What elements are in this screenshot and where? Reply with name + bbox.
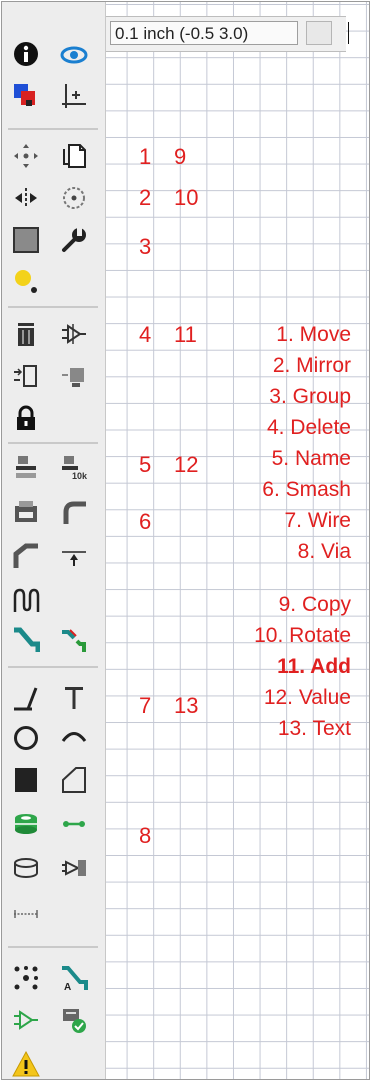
split-icon[interactable] — [12, 542, 40, 570]
route-icon[interactable] — [12, 626, 40, 654]
annotation-number: 6 — [139, 509, 152, 534]
legend-item: 12. Value — [263, 686, 351, 709]
svg-text:10k: 10k — [72, 471, 88, 481]
toolbar-separator — [8, 946, 98, 948]
legend-item: 1. Move — [276, 323, 351, 346]
annotation-number: 13 — [174, 693, 199, 718]
annotation-number: 12 — [174, 452, 199, 477]
delete-icon[interactable] — [12, 320, 40, 348]
annotation-number: 5 — [139, 452, 152, 477]
annotation-number: 1 — [139, 144, 152, 169]
meander-icon[interactable] — [12, 586, 40, 614]
arc-icon[interactable] — [60, 724, 88, 752]
legend-item: 5. Name — [271, 447, 351, 470]
legend-item: 8. Via — [297, 540, 351, 563]
replace-icon[interactable] — [60, 362, 88, 390]
display-layers-icon[interactable] — [12, 82, 40, 110]
hole-icon[interactable] — [12, 854, 40, 882]
mark-icon[interactable] — [60, 82, 88, 110]
mirror-icon[interactable] — [12, 184, 40, 212]
name-icon[interactable] — [12, 454, 40, 482]
annotation-number: 3 — [139, 234, 152, 259]
coordinate-bar: 0.1 inch (-0.5 3.0) — [106, 16, 346, 52]
grid-button[interactable] — [306, 21, 332, 45]
show-icon[interactable] — [60, 40, 88, 68]
smash-icon[interactable] — [12, 498, 40, 526]
lock-icon[interactable] — [12, 404, 40, 432]
info-icon[interactable] — [12, 40, 40, 68]
change-icon[interactable] — [60, 226, 88, 254]
text-icon[interactable] — [60, 684, 88, 712]
signal-icon[interactable] — [60, 810, 88, 838]
toolbar-separator — [8, 306, 98, 308]
add-icon[interactable] — [60, 320, 88, 348]
copy-icon[interactable] — [60, 142, 88, 170]
rect-icon[interactable] — [12, 766, 40, 794]
legend-item: 11. Add — [277, 654, 351, 680]
miter-icon[interactable] — [60, 498, 88, 526]
annotation-number: 9 — [174, 144, 187, 169]
ripup-icon[interactable] — [60, 626, 88, 654]
legend-item: 10. Rotate — [254, 624, 351, 647]
annotation-number: 11 — [174, 322, 197, 347]
polygon-icon[interactable] — [60, 766, 88, 794]
legend-item: 2. Mirror — [272, 354, 351, 377]
legend-item-bold: 11. Add — [277, 655, 351, 678]
toolbar-separator — [8, 666, 98, 668]
annotation-number: 7 — [139, 693, 152, 718]
errors-icon[interactable] — [12, 1050, 40, 1078]
paste-icon[interactable] — [12, 268, 40, 296]
optimize-icon[interactable] — [60, 542, 88, 570]
autorouter-icon[interactable]: A — [60, 964, 88, 992]
command-line-input[interactable] — [348, 22, 349, 44]
ratsnest-icon[interactable] — [12, 964, 40, 992]
group-icon[interactable] — [12, 226, 40, 254]
annotation-number: 4 — [139, 322, 152, 347]
ercc-icon[interactable] — [12, 1006, 40, 1034]
dimension-icon[interactable] — [12, 900, 40, 928]
value-icon[interactable]: 10k — [60, 454, 88, 482]
attribute-icon[interactable] — [60, 854, 88, 882]
coordinate-display: 0.1 inch (-0.5 3.0) — [110, 21, 298, 45]
legend-item: 13. Text — [277, 717, 351, 740]
command-toolbar: 10k A — [2, 2, 106, 1079]
toolbar-separator — [8, 128, 98, 130]
legend-item: 7. Wire — [284, 509, 351, 532]
drc-icon[interactable] — [60, 1006, 88, 1034]
legend-item: 4. Delete — [266, 416, 351, 439]
circle-icon[interactable] — [12, 724, 40, 752]
move-icon[interactable] — [12, 142, 40, 170]
annotation-number: 2 — [139, 185, 152, 210]
legend-item: 9. Copy — [278, 593, 351, 616]
legend-item: 3. Group — [269, 385, 351, 408]
pinswap-icon[interactable] — [12, 362, 40, 390]
via-icon[interactable] — [12, 810, 40, 838]
wire-icon[interactable] — [12, 684, 40, 712]
annotation-number: 8 — [139, 823, 152, 848]
legend-item: 6. Smash — [262, 478, 351, 501]
annotation-number: 10 — [174, 185, 199, 210]
toolbar-separator — [8, 442, 98, 444]
svg-text:A: A — [64, 982, 71, 992]
rotate-icon[interactable] — [60, 184, 88, 212]
editor-window: 0.1 inch (-0.5 3.0) 10k A 1 9 2 10 3 4 1… — [1, 1, 370, 1080]
